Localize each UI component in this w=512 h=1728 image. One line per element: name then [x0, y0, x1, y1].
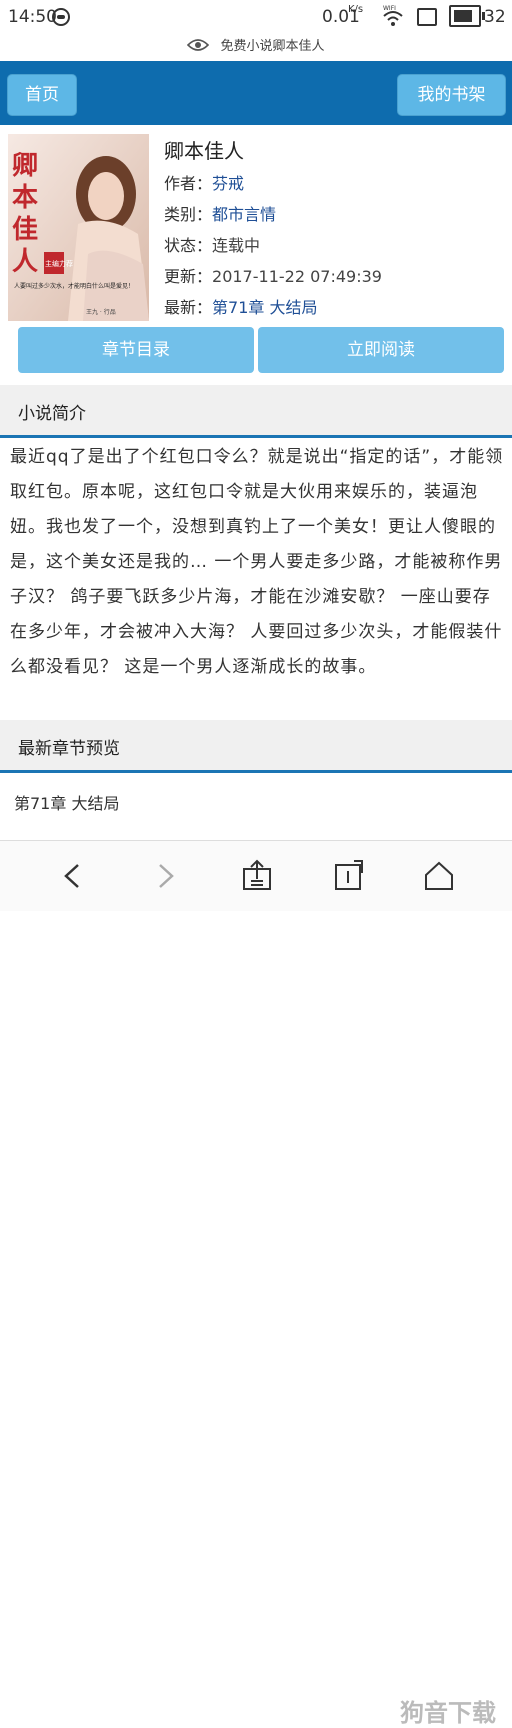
page-url: 免费小说卿本佳人 [220, 39, 325, 54]
category-label: 类别： [164, 205, 213, 224]
back-icon[interactable] [56, 859, 90, 893]
screen-rotate-icon [417, 8, 437, 26]
home-button[interactable]: 首页 [7, 74, 77, 116]
home-icon[interactable] [422, 859, 456, 893]
watermark: 狗音下载 [400, 1699, 496, 1727]
eye-icon [187, 38, 210, 51]
latest-chapter-link[interactable]: 第71章 大结局 [212, 298, 317, 317]
state-label: 状态： [164, 236, 213, 255]
cover-footer: 王九 · 行品 [86, 308, 116, 316]
author-row: 作者：芬戒 [164, 170, 244, 194]
bottom-nav: 狗音下载 [0, 840, 512, 1727]
clock: 14:50 [8, 7, 57, 27]
url-bar[interactable]: 免费小说卿本佳人 [0, 34, 512, 60]
cover-small-label: 主编力荐 [45, 259, 73, 268]
updated-label: 更新： [164, 267, 213, 286]
forward-icon[interactable] [148, 859, 182, 893]
cover-title-3: 佳 [12, 215, 38, 245]
author-label: 作者： [164, 174, 213, 193]
status-bar: 14:50 0.01 K/s WIFI 32 [0, 0, 512, 34]
network-speed-unit: K/s [348, 4, 364, 15]
wifi-icon: WIFI [383, 5, 403, 26]
battery-level: 32 [484, 7, 506, 27]
updated-row: 更新：2017-11-22 07:49:39 [164, 263, 382, 287]
book-info: 卿 本 佳 人 主编力荐 人要叫过多少次水，才能明白什么叫是爱见！ 王九 · 行… [0, 125, 512, 321]
cover-image: 卿 本 佳 人 主编力荐 人要叫过多少次水，才能明白什么叫是爱见！ 王九 · 行… [8, 134, 149, 321]
intro-heading: 小说简介 [18, 404, 86, 424]
top-header: 首页 我的书架 [0, 61, 512, 125]
latest-header: 最新章节预览 [0, 720, 512, 773]
cover-title-2: 本 [12, 183, 38, 213]
state-row: 状态：连载中 [164, 232, 260, 256]
updated-value: 2017-11-22 07:49:39 [212, 267, 382, 286]
table-of-contents-button[interactable]: 章节目录 [18, 327, 254, 373]
cover-tagline: 人要叫过多少次水，才能明白什么叫是爱见！ [14, 282, 134, 290]
book-title: 卿本佳人 [164, 139, 244, 163]
action-bar: 章节目录 立即阅读 [0, 321, 512, 381]
latest-heading: 最新章节预览 [18, 739, 120, 759]
category-row: 类别：都市言情 [164, 201, 276, 225]
notification-icon [52, 8, 70, 26]
author-link[interactable]: 芬戒 [212, 174, 244, 193]
battery-icon [449, 5, 485, 27]
share-icon[interactable] [240, 859, 274, 893]
bookmark-icon[interactable] [332, 859, 366, 893]
cover-title-1: 卿 [12, 151, 38, 181]
latest-row: 最新：第71章 大结局 [164, 294, 317, 318]
category-link[interactable]: 都市言情 [212, 205, 276, 224]
intro-text: 最近qq了是出了个红包口令么？就是说出“指定的话”，才能领取红包。原本呢，这红包… [10, 447, 504, 677]
book-cover[interactable]: 卿 本 佳 人 主编力荐 人要叫过多少次水，才能明白什么叫是爱见！ 王九 · 行… [8, 134, 149, 321]
intro-header: 小说简介 [0, 385, 512, 438]
read-now-button[interactable]: 立即阅读 [258, 327, 504, 373]
latest-label: 最新： [164, 298, 213, 317]
bookshelf-button[interactable]: 我的书架 [397, 74, 506, 116]
state-value: 连载中 [212, 236, 261, 255]
wifi-label: WIFI [383, 5, 396, 12]
latest-item-link[interactable]: 第71章 大结局 [14, 790, 119, 814]
cover-title-4: 人 [12, 247, 38, 277]
